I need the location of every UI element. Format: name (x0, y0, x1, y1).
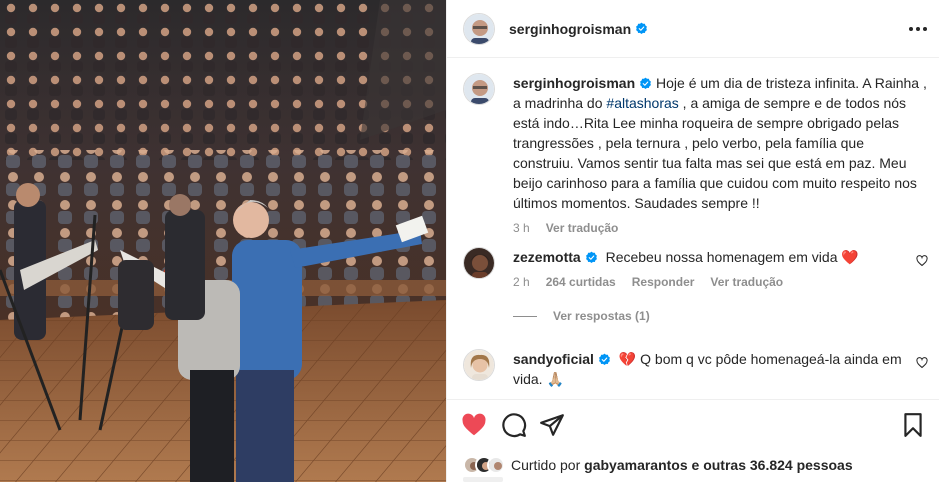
avatar-portrait-icon (464, 248, 494, 278)
post-details-panel: serginhogroisman serginhogroisman Hoje é… (446, 0, 939, 482)
comment-item: sandyoficial 💔 Q bom q vc pôde homenageá… (463, 349, 928, 389)
comment-like-heart-icon[interactable] (916, 255, 928, 267)
comment-meta: 2 h 264 curtidas Responder Ver tradução (513, 275, 928, 289)
caption-text-part2: , a amiga de sempre e de todos nós está … (513, 95, 917, 211)
comment-like-heart-icon[interactable] (916, 357, 928, 369)
more-options-icon[interactable] (906, 18, 930, 40)
caption-text: serginhogroisman Hoje é um dia de triste… (513, 73, 928, 213)
commenter-avatar[interactable] (463, 349, 495, 381)
comments-scroll-area[interactable]: serginhogroisman Hoje é um dia de triste… (447, 59, 939, 399)
caption-time[interactable]: 3 h (513, 221, 530, 235)
comment-body: Recebeu nossa homenagem em vida ❤️ (605, 249, 859, 265)
share-icon[interactable] (539, 412, 565, 438)
post-photo[interactable] (0, 0, 446, 482)
comment-username[interactable]: zezemotta (513, 249, 581, 265)
likes-text: Curtido por gabyamarantos e outras 36.82… (511, 457, 853, 473)
heart-icon[interactable] (461, 412, 487, 438)
caption-author-avatar[interactable] (463, 73, 495, 105)
view-replies-button[interactable]: Ver respostas (1) (513, 309, 650, 323)
comment-text: zezemotta Recebeu nossa homenagem em vid… (513, 247, 928, 267)
caption-meta: 3 h Ver tradução (513, 221, 928, 235)
post-header: serginhogroisman (447, 0, 939, 58)
likes-prefix: Curtido por (511, 457, 581, 473)
comment-translate-link[interactable]: Ver tradução (710, 275, 783, 289)
avatar-portrait-icon (489, 458, 503, 472)
liker-username[interactable]: gabyamarantos (584, 457, 687, 473)
likes-summary[interactable]: Curtido por gabyamarantos e outras 36.82… (463, 455, 853, 475)
commenter-avatar[interactable] (463, 247, 495, 279)
comment-likes-count[interactable]: 264 curtidas (546, 275, 616, 289)
likes-count[interactable]: e outras 36.824 pessoas (692, 457, 853, 473)
stage-photo-illustration (0, 0, 446, 482)
liker-avatar (487, 456, 505, 474)
reply-link[interactable]: Responder (632, 275, 695, 289)
comment-time[interactable]: 2 h (513, 275, 530, 289)
verified-badge-icon (636, 22, 648, 35)
post-action-bar (447, 399, 939, 451)
avatar-portrait-icon (464, 350, 494, 380)
timestamp-peek (463, 477, 503, 482)
replies-divider-line (513, 315, 537, 317)
avatar-portrait-icon (464, 13, 494, 44)
bookmark-icon[interactable] (900, 412, 926, 438)
caption-entry: serginhogroisman Hoje é um dia de triste… (463, 73, 928, 235)
comment-username[interactable]: sandyoficial (513, 351, 594, 367)
hashtag-link[interactable]: #altashoras (606, 95, 678, 111)
avatar-portrait-icon (464, 74, 494, 104)
view-replies-label: Ver respostas (1) (553, 309, 650, 323)
verified-badge-icon (598, 353, 610, 366)
author-username[interactable]: serginhogroisman (509, 21, 631, 37)
comment-icon[interactable] (501, 412, 527, 438)
author-avatar[interactable] (463, 12, 495, 45)
comment-item: zezemotta Recebeu nossa homenagem em vid… (463, 247, 928, 289)
verified-badge-icon (585, 251, 597, 264)
instagram-post-view: serginhogroisman serginhogroisman Hoje é… (0, 0, 939, 482)
verified-badge-icon (640, 77, 652, 90)
comment-text: sandyoficial 💔 Q bom q vc pôde homenageá… (513, 349, 928, 389)
caption-translate-link[interactable]: Ver tradução (546, 221, 619, 235)
caption-username[interactable]: serginhogroisman (513, 75, 635, 91)
